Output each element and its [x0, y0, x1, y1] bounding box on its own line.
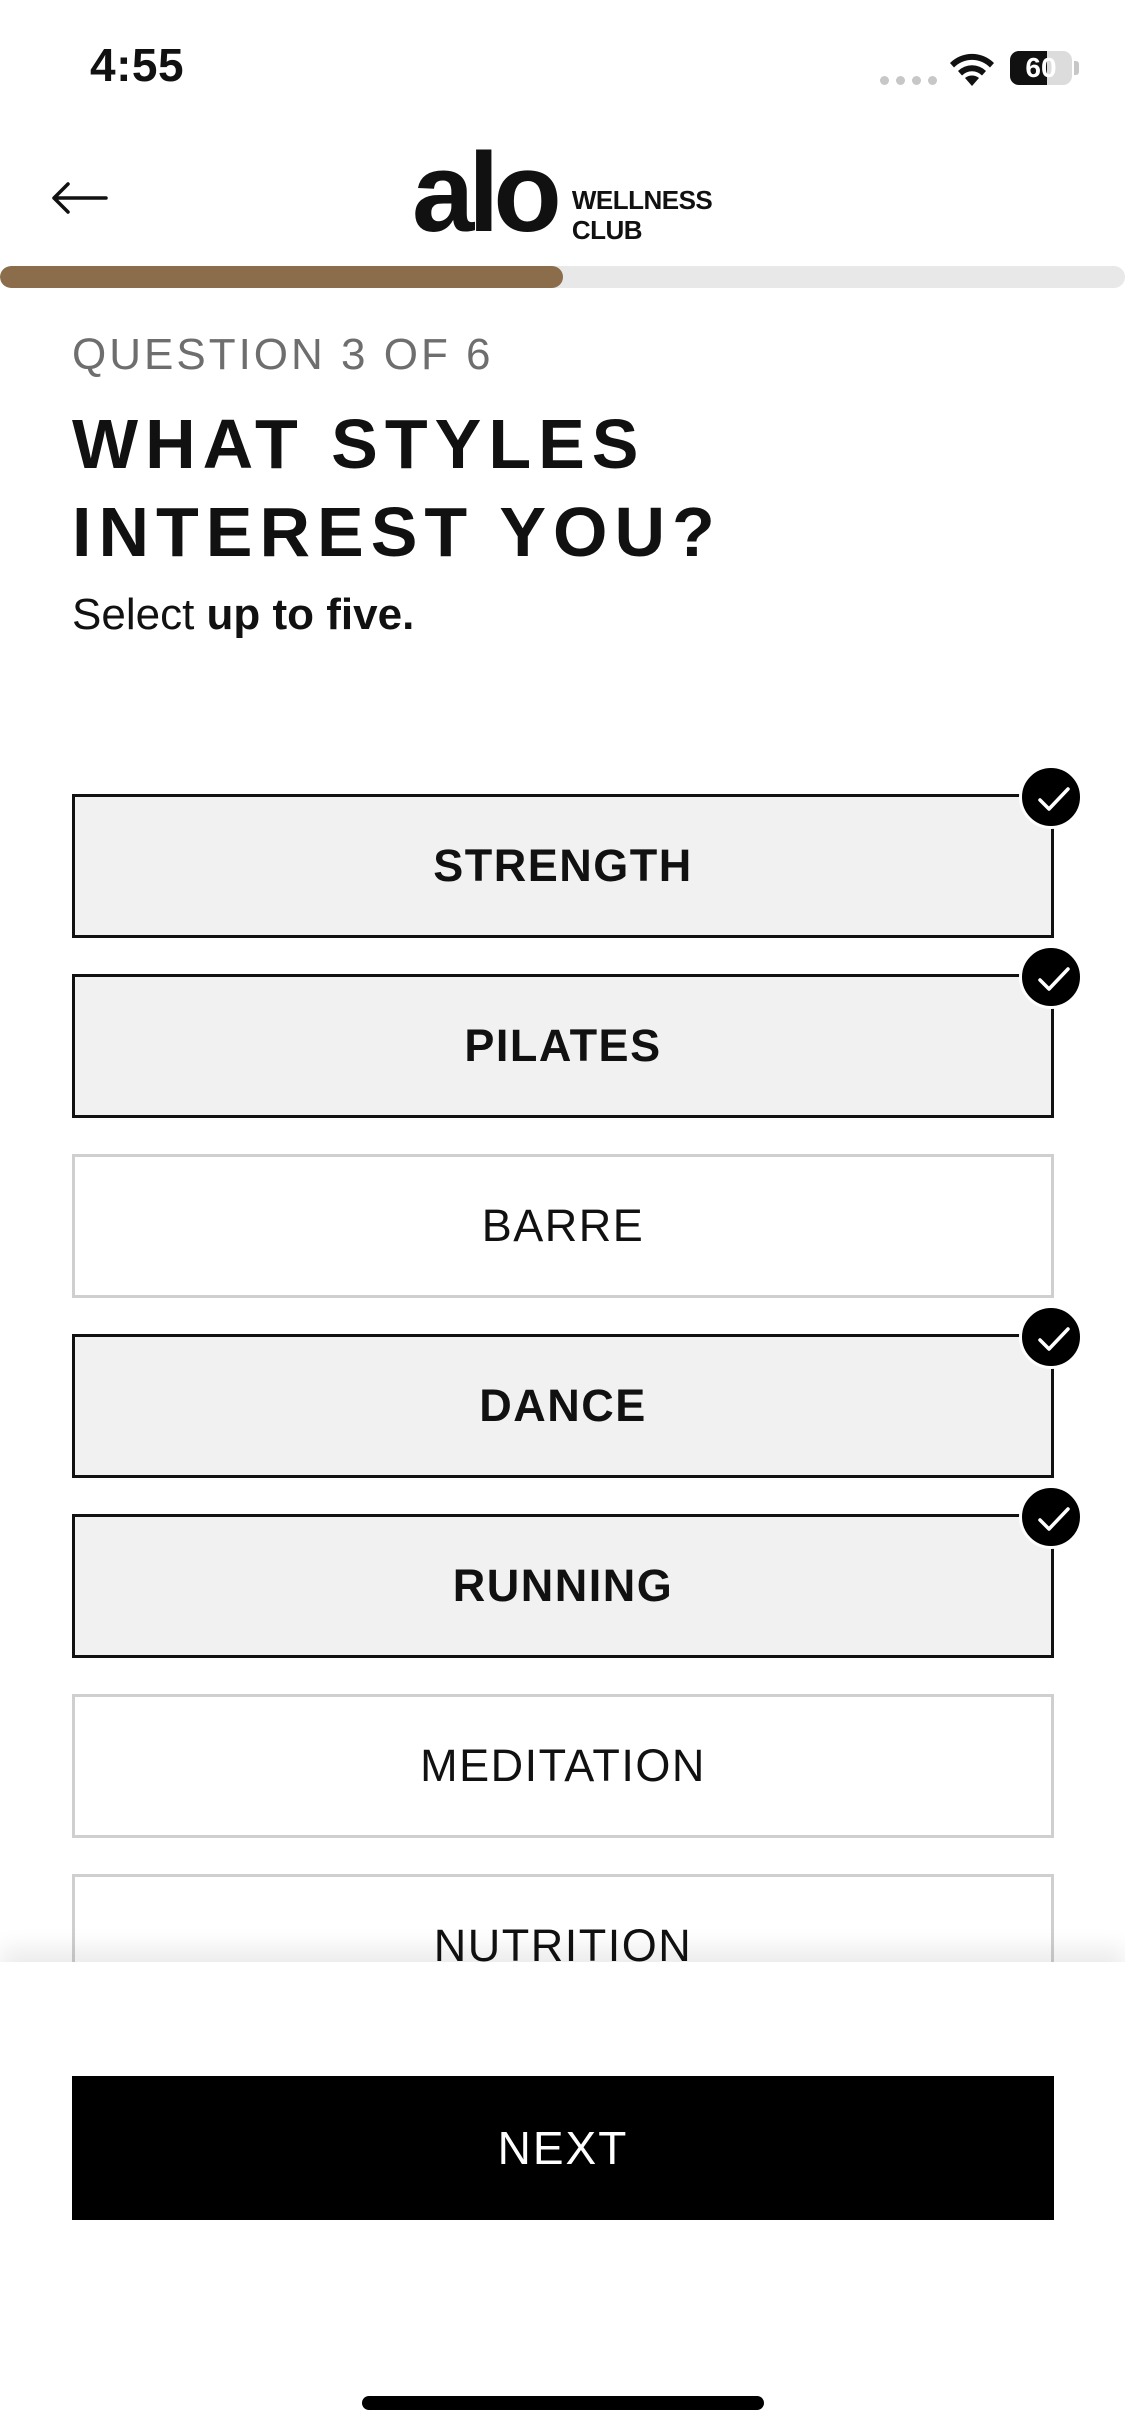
option-dance[interactable]: DANCE: [72, 1305, 1083, 1478]
logo-subtitle-line2: CLUB: [571, 215, 643, 245]
option-label: PILATES: [464, 1020, 662, 1071]
option-label: DANCE: [479, 1380, 647, 1431]
question-hint: Select up to five.: [72, 590, 414, 640]
options-list: STRENGTH PILATES BARRE DANCE RUNNING MED…: [72, 765, 1083, 1962]
status-bar: 4:55 60: [0, 0, 1125, 140]
option-label: MEDITATION: [420, 1740, 706, 1791]
progress-fill: [0, 266, 563, 288]
wifi-icon: [950, 53, 994, 86]
hint-prefix: Select: [72, 590, 207, 639]
status-time: 4:55: [90, 39, 185, 91]
logo-subtitle: WELLNESS CLUB: [571, 185, 713, 245]
check-icon: [1019, 765, 1083, 829]
signal-icon: [880, 76, 937, 85]
check-icon: [1019, 945, 1083, 1009]
logo-wordmark: alo: [412, 130, 562, 255]
footer: NEXT: [0, 1962, 1125, 2436]
scroll-region[interactable]: STRENGTH PILATES BARRE DANCE RUNNING MED…: [0, 0, 1125, 1962]
option-strength[interactable]: STRENGTH: [72, 765, 1083, 938]
hint-bold: up to five.: [206, 590, 415, 639]
option-label: NUTRITION: [433, 1920, 693, 1962]
option-barre[interactable]: BARRE: [72, 1154, 1054, 1298]
battery-tip: [1074, 61, 1079, 75]
question-title: WHAT STYLES INTEREST YOU?: [72, 405, 722, 571]
option-pilates[interactable]: PILATES: [72, 945, 1083, 1118]
logo-subtitle-line1: WELLNESS: [571, 185, 713, 215]
check-icon: [1019, 1305, 1083, 1369]
battery-icon: 60: [1010, 51, 1072, 85]
option-nutrition[interactable]: NUTRITION: [72, 1874, 1054, 1962]
progress-bar: [0, 266, 1125, 288]
brand-logo: alo WELLNESS CLUB: [412, 137, 713, 252]
back-button[interactable]: [40, 160, 120, 240]
header: alo WELLNESS CLUB: [0, 137, 1125, 260]
check-icon: [1019, 1485, 1083, 1549]
question-counter: QUESTION 3 OF 6: [72, 330, 494, 379]
option-label: STRENGTH: [433, 840, 693, 891]
home-indicator: [362, 2396, 764, 2410]
option-label: RUNNING: [452, 1560, 674, 1611]
battery-level-text: 60: [1025, 52, 1057, 83]
option-meditation[interactable]: MEDITATION: [72, 1694, 1054, 1838]
option-label: BARRE: [481, 1200, 645, 1251]
option-running[interactable]: RUNNING: [72, 1485, 1083, 1658]
arrow-left-icon: [52, 182, 108, 214]
next-button[interactable]: NEXT: [72, 2076, 1054, 2220]
